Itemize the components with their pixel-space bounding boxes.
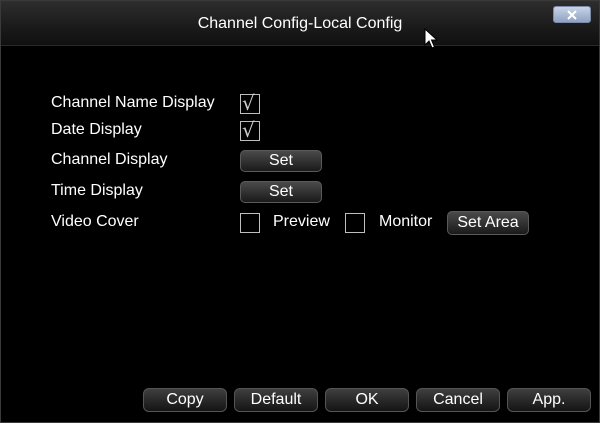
close-button[interactable] — [553, 6, 591, 23]
time-display-set-button[interactable]: Set — [240, 181, 322, 203]
mouse-cursor-icon — [424, 27, 440, 55]
checkmark-icon: √ — [242, 91, 255, 115]
preview-label: Preview — [273, 213, 330, 230]
date-display-checkbox[interactable]: √ — [240, 118, 260, 142]
time-display-label: Time Display — [51, 182, 143, 199]
date-display-label: Date Display — [51, 121, 142, 138]
preview-checkbox[interactable] — [240, 213, 260, 233]
checkmark-icon: √ — [242, 118, 255, 142]
set-area-button[interactable]: Set Area — [447, 211, 529, 235]
channel-name-display-checkbox[interactable]: √ — [240, 91, 260, 115]
channel-display-set-button[interactable]: Set — [240, 150, 322, 172]
close-icon — [567, 9, 577, 20]
apply-button[interactable]: App. — [507, 388, 591, 412]
window-title: Channel Config-Local Config — [197, 15, 403, 32]
default-button[interactable]: Default — [234, 388, 318, 412]
channel-display-label: Channel Display — [51, 151, 168, 168]
copy-button[interactable]: Copy — [143, 388, 227, 412]
monitor-label: Monitor — [379, 213, 433, 230]
channel-name-display-label: Channel Name Display — [51, 94, 215, 111]
ok-button[interactable]: OK — [325, 388, 409, 412]
video-cover-label: Video Cover — [51, 213, 139, 230]
channel-config-dialog: Channel Config-Local Config Channel Name… — [0, 0, 600, 423]
cancel-button[interactable]: Cancel — [416, 388, 500, 412]
monitor-checkbox[interactable] — [345, 213, 365, 233]
title-bar[interactable]: Channel Config-Local Config — [1, 1, 599, 49]
